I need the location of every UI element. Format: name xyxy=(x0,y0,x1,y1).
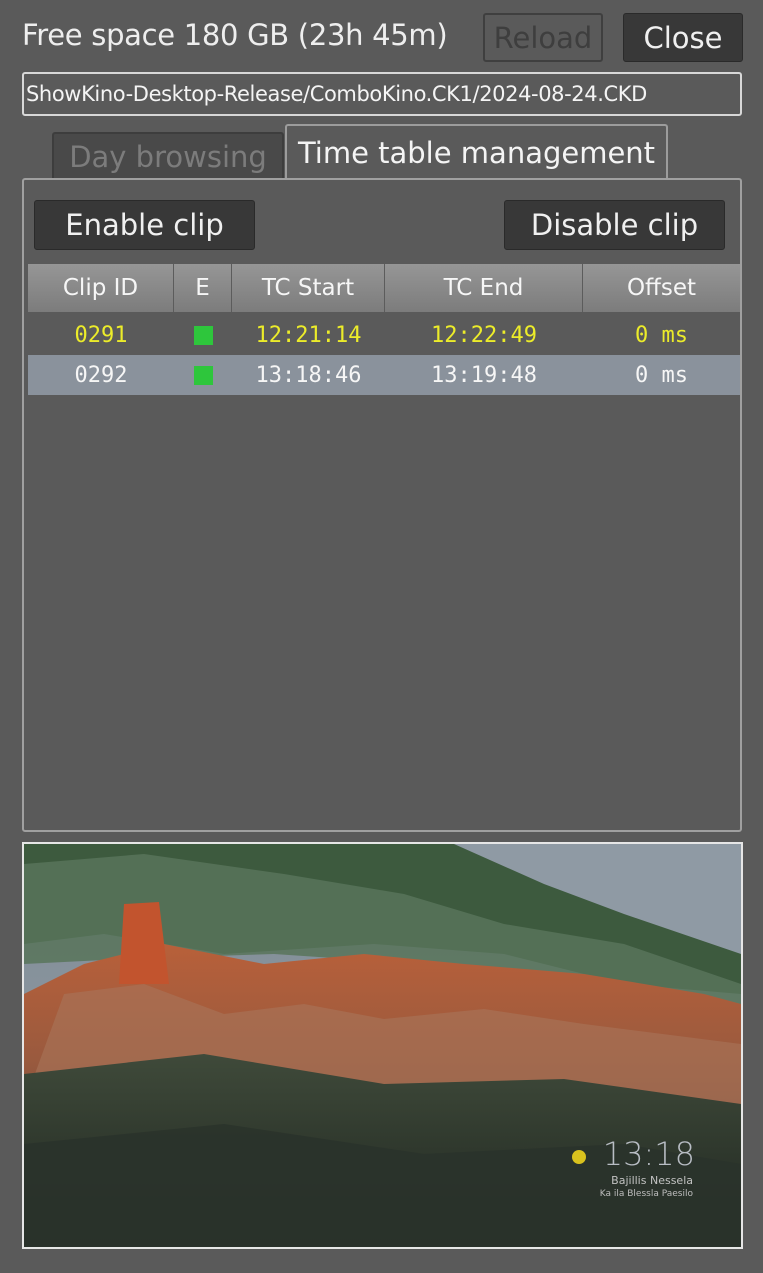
clip-id-cell: 0291 xyxy=(74,322,128,348)
clip-table-header: Clip ID E TC Start TC End Offset xyxy=(28,264,740,312)
preview-clock-line2: Ka ila Blessla Paesilo xyxy=(599,1189,693,1199)
tc-start-cell: 13:18:46 xyxy=(255,362,362,388)
enabled-indicator-icon xyxy=(193,325,213,345)
preview-clock: 13:18 xyxy=(602,1135,695,1173)
offset-cell: 0 ms xyxy=(635,322,688,348)
clip-id-cell: 0292 xyxy=(74,362,128,388)
tc-start-cell: 12:21:14 xyxy=(255,322,362,348)
reload-button[interactable]: Reload xyxy=(483,13,603,62)
table-row[interactable]: 0291 12:21:14 12:22:49 0 ms xyxy=(28,315,740,355)
close-button[interactable]: Close xyxy=(623,13,743,62)
tab-day-browsing[interactable]: Day browsing xyxy=(52,132,284,180)
column-header-enabled[interactable]: E xyxy=(174,264,232,312)
tab-time-table-management[interactable]: Time table management xyxy=(285,124,668,180)
enable-clip-button[interactable]: Enable clip xyxy=(34,200,255,250)
tc-end-cell: 13:19:48 xyxy=(431,362,537,388)
free-space-label: Free space 180 GB (23h 45m) xyxy=(22,18,448,52)
enabled-cell xyxy=(174,355,232,395)
preview-image: 13:18 Bajillis Nessela Ka ila Blessla Pa… xyxy=(22,842,743,1249)
column-header-tc-end[interactable]: TC End xyxy=(385,264,583,312)
preview-clock-line1: Bajillis Nessela xyxy=(611,1174,693,1187)
table-row[interactable]: 0292 13:18:46 13:19:48 0 ms xyxy=(28,355,740,395)
enabled-cell xyxy=(174,315,232,355)
column-header-offset[interactable]: Offset xyxy=(583,264,740,312)
column-header-tc-start[interactable]: TC Start xyxy=(232,264,385,312)
file-path-field[interactable]: ShowKino-Desktop-Release/ComboKino.CK1/2… xyxy=(22,72,742,116)
enabled-indicator-icon xyxy=(193,365,213,385)
offset-cell: 0 ms xyxy=(635,362,688,388)
column-header-clip-id[interactable]: Clip ID xyxy=(28,264,174,312)
tc-end-cell: 12:22:49 xyxy=(431,322,537,348)
weather-icon xyxy=(572,1150,586,1164)
disable-clip-button[interactable]: Disable clip xyxy=(504,200,725,250)
